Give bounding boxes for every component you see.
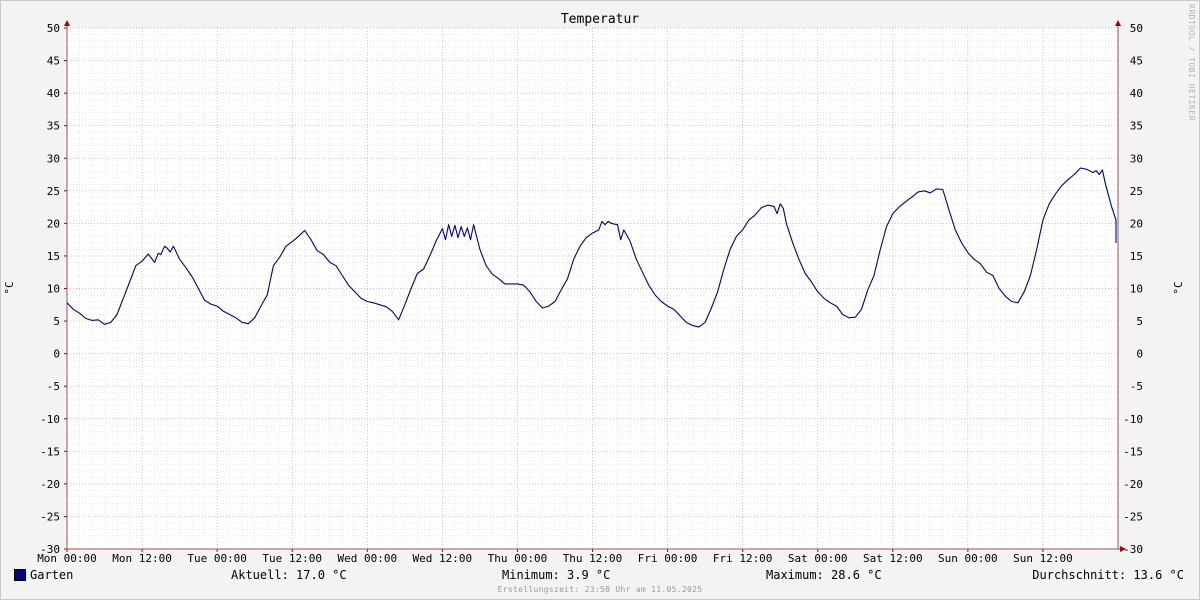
x-tick-label: Sun 00:00	[938, 552, 998, 565]
y-axis-arrow-left	[64, 20, 70, 26]
y-tick-label-right: -10	[1123, 413, 1143, 426]
y-tick-label-right: 25	[1130, 185, 1143, 198]
y-tick-label-right: 50	[1130, 22, 1143, 35]
x-tick-label: Fri 00:00	[638, 552, 698, 565]
y-tick-label-right: 20	[1130, 217, 1143, 230]
y-tick-label-left: 30	[47, 152, 60, 165]
y-tick-label-left: 45	[47, 55, 60, 68]
x-tick-label: Wed 00:00	[337, 552, 397, 565]
y-tick-label-left: 50	[47, 22, 60, 35]
legend-series-name: Garten	[30, 568, 74, 582]
temperature-chart: 50 5045 4540 4035 3530 3025 2520 2015 1510 105 50 0…	[3, 12, 1185, 565]
legend-durchschnitt: Durchschnitt: 13.6 °C	[1032, 568, 1184, 582]
y-tick-label-left: 10	[47, 283, 60, 296]
y-tick-label-right: -30	[1123, 543, 1143, 556]
creation-time-footer: Erstellungszeit: 23:58 Uhr am 11.05.2025	[497, 585, 703, 594]
y-tick-label-left: -5	[47, 380, 60, 393]
x-tick-label: Mon 00:00	[37, 552, 97, 565]
y-tick-label-left: 0	[53, 348, 60, 361]
y-tick-label-left: 40	[47, 87, 60, 100]
y-tick-label-right: -15	[1123, 445, 1143, 458]
x-tick-label: Tue 12:00	[262, 552, 322, 565]
chart-title: Temperatur	[561, 12, 639, 27]
y-tick-label-left: 35	[47, 120, 60, 133]
y-tick-label-right: -25	[1123, 510, 1143, 523]
y-axis-label-right: °C	[1172, 281, 1185, 294]
legend-swatch-garten	[14, 569, 26, 581]
x-tick-label: Thu 00:00	[488, 552, 548, 565]
x-tick-label: Fri 12:00	[713, 552, 773, 565]
y-axis-arrow-right	[1115, 20, 1121, 26]
y-tick-label-right: 0	[1136, 348, 1143, 361]
y-tick-label-right: 15	[1130, 250, 1143, 263]
x-tick-label: Mon 12:00	[112, 552, 172, 565]
y-axis-label-left: °C	[3, 281, 16, 294]
y-tick-label-left: -20	[40, 478, 60, 491]
x-tick-label: Tue 00:00	[187, 552, 247, 565]
y-tick-label-right: -20	[1123, 478, 1143, 491]
x-tick-label: Thu 12:00	[563, 552, 623, 565]
legend-maximum: Maximum: 28.6 °C	[766, 568, 882, 582]
y-tick-label-right: 30	[1130, 152, 1143, 165]
y-tick-label-right: 40	[1130, 87, 1143, 100]
y-tick-label-right: 10	[1130, 283, 1143, 296]
x-tick-label: Sun 12:00	[1013, 552, 1073, 565]
x-tick-label: Wed 12:00	[413, 552, 473, 565]
y-tick-label-right: -5	[1130, 380, 1143, 393]
y-tick-label-left: -15	[40, 445, 60, 458]
y-tick-label-left: 15	[47, 250, 60, 263]
y-tick-label-right: 45	[1130, 55, 1143, 68]
y-tick-label-left: 25	[47, 185, 60, 198]
y-tick-label-right: 5	[1136, 315, 1143, 328]
rrdtool-watermark: RRDTOOL / TOBI OETIKER	[1187, 4, 1196, 121]
legend-minimum: Minimum: 3.9 °C	[502, 568, 611, 582]
y-tick-label-left: -25	[40, 510, 60, 523]
y-tick-label-left: 5	[53, 315, 60, 328]
y-tick-label-left: -10	[40, 413, 60, 426]
y-tick-label-left: 20	[47, 217, 60, 230]
legend-aktuell: Aktuell: 17.0 °C	[231, 568, 347, 582]
x-tick-label: Sat 12:00	[863, 552, 923, 565]
x-tick-label: Sat 00:00	[788, 552, 848, 565]
y-tick-label-right: 35	[1130, 120, 1143, 133]
